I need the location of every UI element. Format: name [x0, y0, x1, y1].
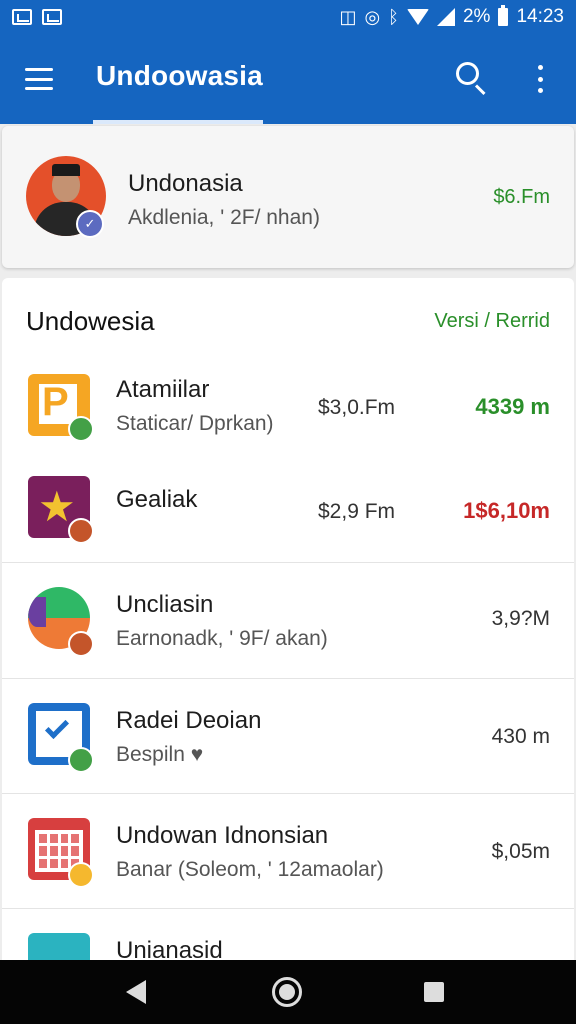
app-subtitle: Staticar/ Dprkan) — [116, 412, 274, 435]
list-item[interactable]: P Atamiilar Staticar/ Dprkan) $3,0.Fm 43… — [2, 358, 574, 462]
check-badge-icon — [68, 747, 94, 773]
list-item[interactable]: ★ Gealiak $2,9 Fm 1$6,10m — [2, 462, 574, 562]
list-item[interactable]: Undowan Idnonsian Banar (Soleom, ' 12ama… — [2, 794, 574, 908]
profile-value: $6.Fm — [493, 186, 550, 208]
vibrate-icon: ◫ — [339, 7, 357, 27]
refresh-badge-icon — [68, 631, 94, 657]
clock: 14:23 — [516, 6, 564, 27]
app-subtitle: Banar (Soleom, ' 12amaolar) — [116, 858, 384, 881]
app-value: $,05m — [491, 840, 550, 863]
profile-subtitle: Akdlenia, ' 2F/ nhan) — [128, 206, 320, 229]
bluetooth-icon: ᛒ — [388, 7, 399, 27]
refresh-badge-icon — [68, 518, 94, 544]
search-icon[interactable] — [452, 58, 492, 98]
app-title: Undowan Idnonsian — [116, 822, 329, 849]
app-change: 1$6,10m — [463, 498, 550, 523]
app-title: Uncliasin — [116, 591, 214, 618]
alarm-icon: ◎ — [364, 7, 381, 27]
app-title: Undoowasia — [96, 60, 263, 91]
notification-badge-icon — [68, 862, 94, 888]
battery-icon — [498, 5, 509, 26]
app-title: Atamiilar — [116, 376, 210, 403]
home-icon[interactable] — [272, 977, 302, 1007]
signal-icon — [436, 8, 455, 26]
notification-icons — [12, 9, 62, 25]
wifi-icon — [406, 9, 429, 25]
app-list-card: Undowesia Versi / Rerrid P Atamiilar Sta… — [2, 278, 574, 968]
profile-name: Undonasia — [128, 170, 243, 197]
list-item[interactable]: Radei Deoian Bespiln ♥ 430 m — [2, 679, 574, 793]
list-item[interactable]: Uncliasin Earnonadk, ' 9F/ akan) 3,9?M — [2, 563, 574, 678]
app-price: $3,0.Fm — [318, 396, 396, 419]
app-subtitle: Earnonadk, ' 9F/ akan) — [116, 627, 328, 650]
profile-card[interactable]: ✓ Undonasia Akdlenia, ' 2F/ nhan) $6.Fm — [2, 126, 574, 268]
app-subtitle: Bespiln ♥ — [116, 743, 204, 766]
verified-badge-icon: ✓ — [76, 210, 104, 238]
app-value: 430 m — [491, 725, 550, 748]
section-link[interactable]: Versi / Rerrid — [434, 310, 550, 333]
image-notification-icon — [12, 9, 32, 25]
more-vert-icon[interactable] — [526, 62, 554, 96]
app-title: Gealiak — [116, 486, 198, 513]
section-title: Undowesia — [26, 306, 155, 336]
back-icon[interactable] — [126, 980, 146, 1004]
battery-percent: 2% — [462, 6, 491, 27]
app-price: $2,9 Fm — [318, 500, 396, 523]
leaf-badge-icon — [68, 416, 94, 442]
status-bar: ◫ ◎ ᛒ 2% 14:23 — [0, 0, 576, 34]
app-title: Radei Deoian — [116, 707, 262, 734]
system-icons: ◫ ◎ ᛒ 2% 14:23 — [339, 5, 564, 28]
navigation-bar — [0, 960, 576, 1024]
menu-icon[interactable] — [22, 64, 56, 94]
tab-indicator — [93, 120, 263, 124]
app-bar: Undoowasia — [0, 34, 576, 124]
app-change: 4339 m — [475, 394, 550, 419]
app-value: 3,9?M — [491, 607, 550, 630]
cast-notification-icon — [42, 9, 62, 25]
recents-icon[interactable] — [424, 982, 444, 1002]
